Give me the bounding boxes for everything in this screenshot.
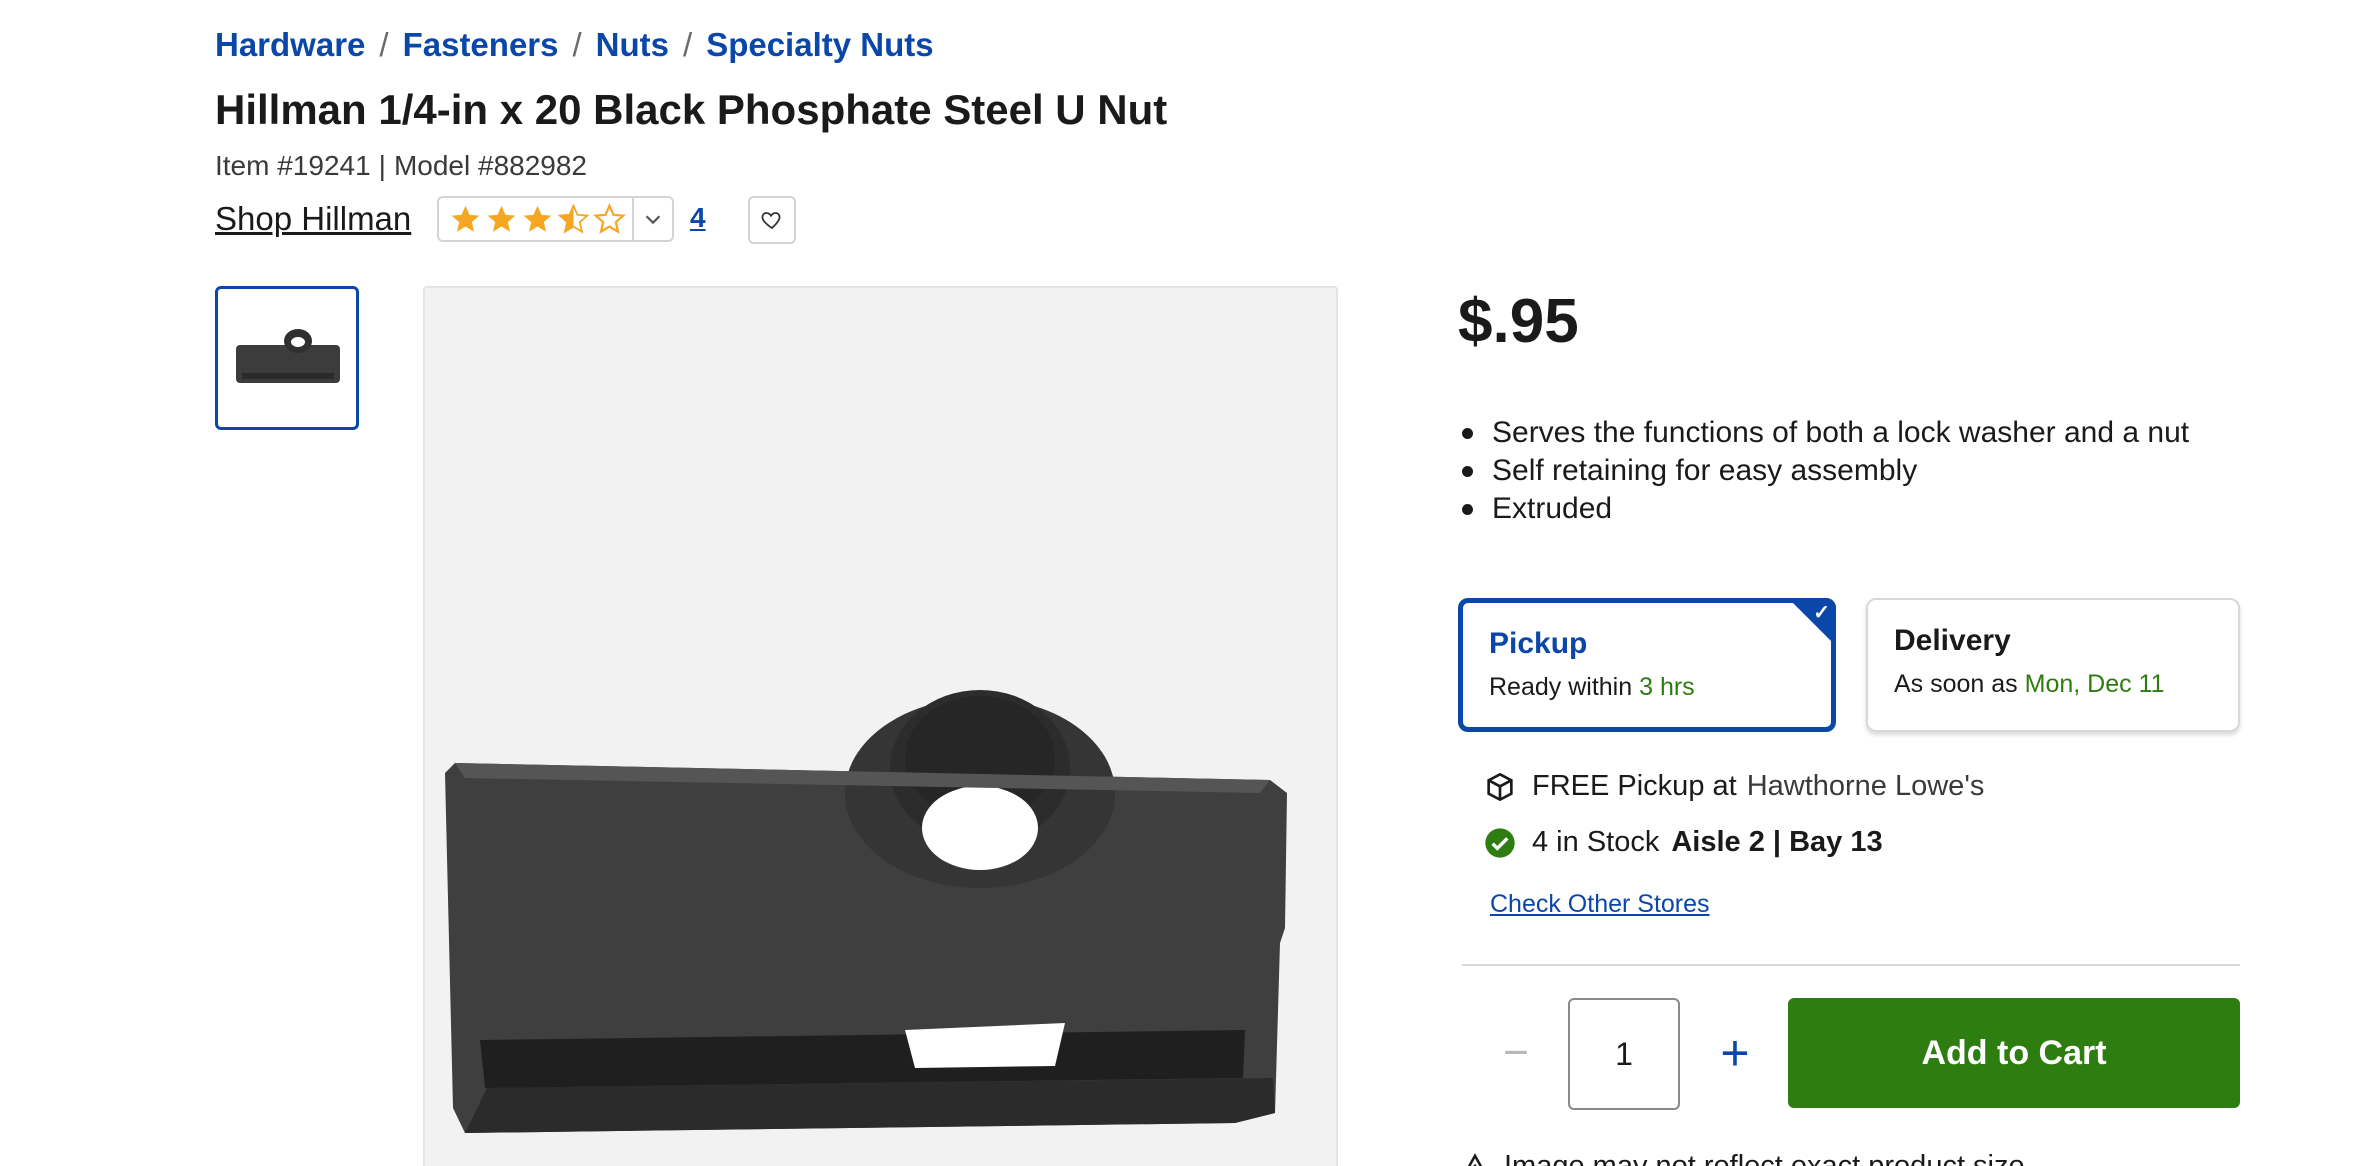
star-icon (451, 205, 480, 232)
selected-check-icon: ✓ (1788, 598, 1836, 646)
feature-list: Serves the functions of both a lock wash… (1460, 414, 2189, 528)
quantity-increase-button[interactable]: + (1712, 1025, 1758, 1081)
product-title: Hillman 1/4-in x 20 Black Phosphate Stee… (215, 86, 1168, 133)
image-size-disclaimer: Image may not reflect exact product size (1460, 1150, 2025, 1166)
star-rating (439, 198, 634, 240)
pickup-option[interactable]: ✓ Pickup Ready within 3 hrs (1458, 598, 1836, 732)
product-main-image[interactable] (423, 286, 1338, 1166)
heart-icon (761, 212, 781, 230)
star-icon (523, 205, 552, 232)
check-circle-icon (1485, 827, 1515, 858)
free-pickup-info: FREE Pickup at Hawthorne Lowe's (1484, 770, 1984, 803)
pickup-eta-label: Ready within (1489, 673, 1633, 701)
box-icon (1487, 772, 1513, 801)
breadcrumb: Hardware / Fasteners / Nuts / Specialty … (215, 26, 934, 64)
stock-info: 4 in Stock Aisle 2 | Bay 13 (1484, 826, 1883, 859)
feature-item: Extruded (1460, 490, 2189, 528)
pickup-eta: Ready within 3 hrs (1489, 673, 1805, 702)
aisle-location: Aisle 2 | Bay 13 (1671, 826, 1883, 858)
product-meta: Item #19241 | Model #882982 (215, 150, 587, 182)
pickup-text: FREE Pickup at (1532, 770, 1737, 802)
model-number: Model #882982 (393, 150, 587, 181)
breadcrumb-separator: / (572, 26, 582, 63)
breadcrumb-hardware[interactable]: Hardware (215, 26, 365, 64)
star-icon (487, 205, 516, 232)
meta-divider: | (378, 150, 386, 181)
add-to-cart-button[interactable]: Add to Cart (1788, 998, 2240, 1108)
check-other-stores-link[interactable]: Check Other Stores (1490, 890, 1710, 919)
stock-count: 4 in Stock (1532, 826, 1660, 858)
half-star-icon (557, 203, 590, 234)
feature-item: Self retaining for easy assembly (1460, 452, 2189, 490)
u-nut-image (445, 690, 1287, 1133)
breadcrumb-nuts[interactable]: Nuts (596, 26, 669, 64)
review-count-link[interactable]: 4 (690, 202, 706, 234)
breadcrumb-separator: / (683, 26, 693, 63)
delivery-eta: As soon as Mon, Dec 11 (1894, 670, 2212, 699)
disclaimer-text: Image may not reflect exact product size (1504, 1150, 2025, 1166)
chevron-down-icon[interactable] (634, 208, 672, 230)
product-price: $.95 (1458, 287, 1579, 356)
breadcrumb-fasteners[interactable]: Fasteners (403, 26, 559, 64)
quantity-decrease-button[interactable]: − (1496, 1028, 1536, 1077)
divider (1462, 964, 2240, 966)
item-number: Item #19241 (215, 150, 371, 181)
rating-widget[interactable] (437, 196, 674, 242)
shop-brand-link[interactable]: Shop Hillman (215, 200, 411, 238)
breadcrumb-separator: / (379, 26, 389, 63)
delivery-eta-value: Mon, Dec 11 (2024, 670, 2165, 698)
u-nut-thumbnail-image (236, 329, 340, 383)
quantity-input[interactable] (1568, 998, 1680, 1110)
delivery-eta-label: As soon as (1894, 670, 2018, 698)
feature-item: Serves the functions of both a lock wash… (1460, 414, 2189, 452)
wishlist-button[interactable] (748, 196, 796, 244)
empty-star-icon (593, 202, 626, 234)
breadcrumb-specialty-nuts[interactable]: Specialty Nuts (706, 26, 933, 64)
pickup-title: Pickup (1489, 627, 1588, 660)
warning-icon (1467, 1152, 1483, 1166)
delivery-title: Delivery (1894, 624, 2011, 657)
product-thumbnail[interactable] (215, 286, 359, 430)
delivery-option[interactable]: Delivery As soon as Mon, Dec 11 (1866, 598, 2240, 732)
store-name[interactable]: Hawthorne Lowe's (1747, 770, 1985, 803)
pickup-eta-value: 3 hrs (1639, 673, 1695, 701)
